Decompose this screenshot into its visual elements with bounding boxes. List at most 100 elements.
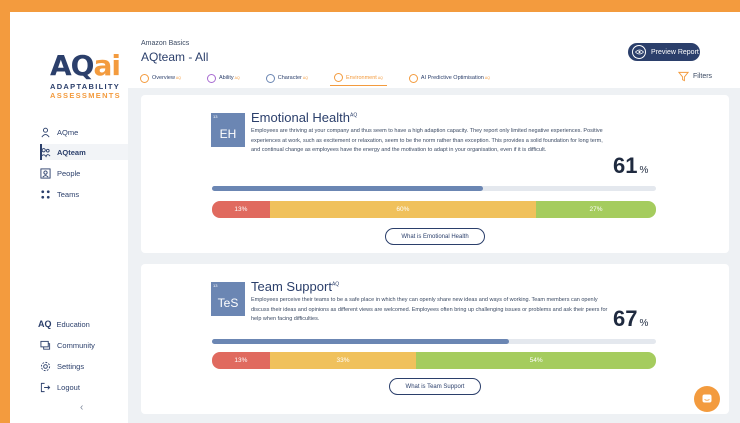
sidebar-item-label: Community <box>57 340 95 350</box>
card-title: Emotional HealthAQ <box>251 110 357 125</box>
what-is-team-support-button[interactable]: What is Team Support <box>389 378 481 395</box>
distribution-segment-low: 13% <box>212 201 270 218</box>
sidebar-item-education[interactable]: AQ Education <box>38 315 90 333</box>
team-icon <box>38 145 52 159</box>
card-title-text: Team Support <box>251 279 332 294</box>
sidebar-item-label: Teams <box>57 189 80 199</box>
tab-label: Environment <box>345 74 377 81</box>
preview-report-label: Preview Report <box>651 48 699 56</box>
filter-icon <box>678 71 689 82</box>
tab-sup: AQ <box>175 76 181 80</box>
badge-index: 13 <box>213 283 218 288</box>
score-unit: % <box>639 165 649 176</box>
distribution-segment-high: 27% <box>536 201 656 218</box>
logo-subtitle-2: ASSESSMENTS <box>50 91 121 100</box>
distribution-bar: 13% 33% 54% <box>212 352 656 369</box>
tab-overview[interactable]: Overview AQ <box>136 70 185 86</box>
ai-icon <box>408 73 418 83</box>
logout-icon <box>38 380 52 394</box>
dimension-badge: 13 TeS <box>211 282 245 316</box>
distribution-segment-mid: 33% <box>269 352 417 369</box>
distribution-segment-mid: 60% <box>269 201 537 218</box>
filters-button[interactable]: Filters <box>678 71 712 82</box>
character-icon <box>265 73 275 83</box>
environment-icon <box>333 73 343 82</box>
chat-bubble-icon <box>702 394 712 403</box>
sidebar: AQai ADAPTABILITY ASSESSMENTS AQme AQtea… <box>10 12 128 423</box>
tab-sup: AQ <box>484 76 490 80</box>
sidebar-item-label: AQme <box>57 127 79 137</box>
distribution-bar: 13% 60% 27% <box>212 201 656 218</box>
tab-sup: AQ <box>377 75 383 80</box>
score-value: 67 <box>613 306 638 331</box>
sidebar-item-people[interactable]: People <box>38 164 80 182</box>
header: Amazon Basics AQteam - All Preview Repor… <box>128 12 740 88</box>
tab-label: Character <box>277 75 302 81</box>
sidebar-item-label: People <box>57 168 81 178</box>
sidebar-item-aqteam[interactable]: AQteam <box>38 143 86 161</box>
overview-icon <box>140 73 149 83</box>
sidebar-item-community[interactable]: Community <box>38 336 95 354</box>
preview-report-button[interactable]: Preview Report <box>628 43 700 61</box>
tab-label: Ability <box>218 75 234 81</box>
sidebar-item-label: Education <box>56 319 90 329</box>
sidebar-item-aqme[interactable]: AQme <box>38 123 78 141</box>
score-unit: % <box>639 318 649 329</box>
tab-bar: Overview AQ Ability AQ Character AQ Environ… <box>136 70 512 88</box>
chat-launcher-button[interactable] <box>694 386 720 412</box>
sidebar-item-label: Logout <box>57 382 80 392</box>
card-title-sup: AQ <box>350 112 358 119</box>
tab-sup: AQ <box>302 76 308 80</box>
logo: AQai ADAPTABILITY ASSESSMENTS <box>50 52 126 101</box>
score: 61% <box>613 153 648 179</box>
distribution-segment-low: 13% <box>212 352 270 369</box>
sidebar-item-settings[interactable]: Settings <box>38 357 84 375</box>
distribution-segment-high: 54% <box>416 352 656 369</box>
card-title-sup: AQ <box>331 281 340 288</box>
emotional-health-card: 13 EH Emotional HealthAQ Employees are t… <box>141 95 729 253</box>
company-name: Amazon Basics <box>141 40 190 47</box>
sidebar-item-label: Settings <box>57 361 85 371</box>
aq-mark-icon: AQ <box>38 319 52 329</box>
card-description: Employees are thriving at your company a… <box>251 128 603 153</box>
sidebar-item-teams[interactable]: Teams <box>38 185 79 203</box>
logo-aq: AQ <box>50 49 94 82</box>
tab-ability[interactable]: Ability AQ <box>203 70 244 86</box>
sidebar-item-logout[interactable]: Logout <box>38 378 80 396</box>
person-icon <box>38 125 52 139</box>
teams-icon <box>38 187 52 201</box>
tab-character[interactable]: Character AQ <box>262 70 312 86</box>
main-content: Amazon Basics AQteam - All Preview Repor… <box>128 12 740 423</box>
tab-sup: AQ <box>234 76 240 80</box>
badge-abbr: TeS <box>217 296 239 310</box>
people-icon <box>38 166 52 180</box>
logo-wordmark: AQai <box>50 52 126 80</box>
dimension-badge: 13 EH <box>211 113 245 147</box>
tab-environment[interactable]: Environment AQ <box>329 70 387 86</box>
logo-ai: ai <box>93 49 120 82</box>
score-progress-bar <box>212 186 656 191</box>
app-frame: AQai ADAPTABILITY ASSESSMENTS AQme AQtea… <box>10 12 740 423</box>
tab-label: Overview <box>152 75 175 81</box>
what-is-emotional-health-button[interactable]: What is Emotional Health <box>385 228 485 245</box>
sidebar-item-label: AQteam <box>57 147 86 157</box>
card-description: Employees perceive their teams to be a s… <box>251 297 608 322</box>
gear-icon <box>38 359 52 373</box>
sidebar-collapse-button[interactable]: ‹ <box>80 398 83 416</box>
filters-label: Filters <box>693 73 713 80</box>
card-title: Team SupportAQ <box>251 279 339 294</box>
eye-icon <box>632 45 646 59</box>
ability-icon <box>206 73 216 83</box>
badge-index: 13 <box>213 114 218 119</box>
tab-ai-predictive-optimisation[interactable]: AI Predictive Optimisation AQ <box>405 70 494 86</box>
score: 67% <box>613 306 648 332</box>
tab-label: AI Predictive Optimisation <box>420 75 484 81</box>
team-support-card: 13 TeS Team SupportAQ Employees perceive… <box>141 264 729 414</box>
score-value: 61 <box>613 153 638 178</box>
chat-icon <box>38 338 52 352</box>
badge-abbr: EH <box>219 127 237 141</box>
score-progress-fill <box>212 339 510 344</box>
page-title: AQteam - All <box>141 50 209 64</box>
score-progress-fill <box>212 186 483 191</box>
chevron-left-icon: ‹ <box>80 401 84 413</box>
